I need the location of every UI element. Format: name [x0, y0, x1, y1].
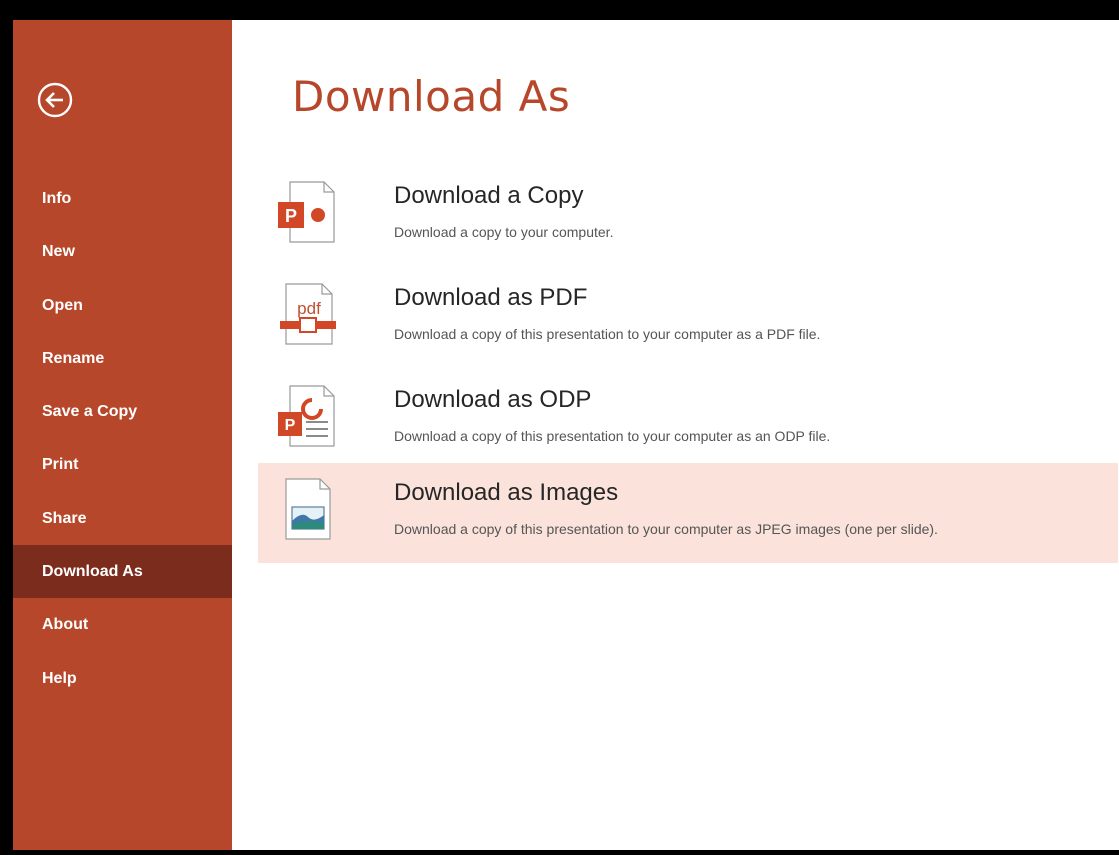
option-description: Download a copy of this presentation to …	[394, 326, 821, 342]
backstage-sidebar: Info New Open Rename Save a Copy Print S…	[13, 20, 232, 850]
nav-item-info[interactable]: Info	[13, 172, 232, 225]
nav-item-share[interactable]: Share	[13, 492, 232, 545]
download-images-option[interactable]: Download as Images Download a copy of th…	[258, 463, 1118, 563]
download-copy-option[interactable]: P Download a Copy Download a copy to you…	[258, 166, 1118, 266]
download-odp-option[interactable]: P Download as ODP Download a copy of thi…	[258, 370, 1118, 470]
nav-item-rename[interactable]: Rename	[13, 332, 232, 385]
download-pdf-option[interactable]: pdf Download as PDF Download a copy of t…	[258, 268, 1118, 368]
page-title: Download As	[292, 72, 571, 121]
nav-item-download-as[interactable]: Download As	[13, 545, 232, 599]
svg-text:pdf: pdf	[297, 299, 321, 318]
odp-file-icon: P	[278, 385, 335, 447]
option-title: Download as PDF	[394, 284, 588, 311]
svg-text:P: P	[285, 206, 297, 226]
main-panel: Download As P Download a Copy Download a…	[232, 20, 1119, 850]
nav-item-new[interactable]: New	[13, 225, 232, 278]
pdf-file-icon: pdf	[280, 283, 336, 345]
back-button[interactable]	[37, 82, 73, 118]
nav-item-help[interactable]: Help	[13, 652, 232, 705]
option-title: Download as Images	[394, 479, 619, 506]
image-file-icon	[285, 478, 331, 540]
nav-item-save-a-copy[interactable]: Save a Copy	[13, 385, 232, 438]
option-description: Download a copy of this presentation to …	[394, 521, 938, 537]
backstage-window: Info New Open Rename Save a Copy Print S…	[13, 20, 1119, 850]
option-description: Download a copy of this presentation to …	[394, 428, 831, 444]
option-title: Download a Copy	[394, 182, 584, 209]
option-title: Download as ODP	[394, 386, 592, 413]
powerpoint-file-icon: P	[278, 181, 335, 243]
backstage-nav: Info New Open Rename Save a Copy Print S…	[13, 172, 232, 705]
option-description: Download a copy to your computer.	[394, 224, 614, 240]
back-arrow-circle-icon	[37, 82, 73, 118]
nav-item-open[interactable]: Open	[13, 279, 232, 332]
nav-item-print[interactable]: Print	[13, 438, 232, 491]
svg-text:P: P	[285, 417, 296, 434]
nav-item-about[interactable]: About	[13, 598, 232, 651]
